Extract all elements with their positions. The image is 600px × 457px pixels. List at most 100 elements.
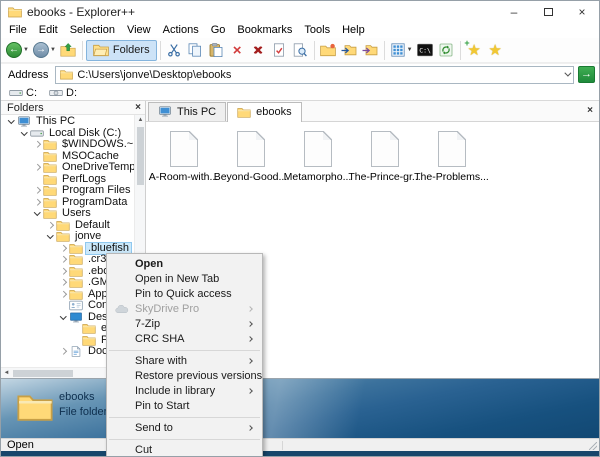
menu-go[interactable]: Go: [205, 23, 232, 38]
move-to-folder-button[interactable]: [360, 40, 381, 61]
maximize-button[interactable]: [531, 1, 565, 23]
tab-bar: This PCebooks ×: [146, 101, 599, 122]
drive-button-d[interactable]: D:: [44, 85, 82, 100]
go-button[interactable]: →: [578, 66, 595, 83]
context-menu-item-7-zip[interactable]: 7-Zip: [107, 317, 262, 332]
context-menu-item-label: 7-Zip: [135, 318, 160, 330]
context-menu-item-open[interactable]: Open: [107, 257, 262, 272]
chevron-right-icon[interactable]: [33, 198, 42, 207]
tree-item-default[interactable]: Default: [1, 220, 133, 232]
tree-item-this-pc[interactable]: This PC: [1, 116, 133, 128]
delete-button[interactable]: ×: [227, 40, 248, 61]
file-item-the-problems[interactable]: The-Problems...: [418, 131, 485, 183]
toolbar-button-label: Folders: [113, 44, 150, 56]
scrollbar-thumb[interactable]: [137, 127, 144, 185]
add-bookmark-button[interactable]: ★+: [464, 40, 485, 61]
paste-button[interactable]: [206, 40, 227, 61]
chevron-right-icon[interactable]: [33, 163, 42, 172]
up-button[interactable]: [58, 40, 79, 61]
chevron-right-icon[interactable]: [59, 267, 68, 276]
context-menu-item-share-with[interactable]: Share with: [107, 354, 262, 369]
chevron-right-icon[interactable]: [59, 290, 68, 299]
file-item-the-prince-gr[interactable]: The-Prince-gr...: [351, 131, 418, 183]
tree-item-jonve[interactable]: jonve: [1, 231, 133, 243]
tab-ebooks[interactable]: ebooks: [227, 102, 301, 122]
context-menu-item-crc-sha[interactable]: CRC SHA: [107, 332, 262, 347]
close-button[interactable]: ×: [565, 1, 599, 23]
chevron-right-icon[interactable]: [33, 140, 42, 149]
cd-drive-icon: [49, 88, 63, 98]
chevron-down-icon[interactable]: [20, 129, 29, 138]
delete-permanently-button[interactable]: ×: [248, 40, 269, 61]
context-menu-item-cut[interactable]: Cut: [107, 443, 262, 457]
file-item-beyond-good[interactable]: Beyond-Good...: [217, 131, 284, 183]
copy-button[interactable]: [185, 40, 206, 61]
menu-selection[interactable]: Selection: [64, 23, 121, 38]
views-button[interactable]: ▼: [388, 40, 415, 61]
properties-button[interactable]: [269, 40, 290, 61]
file-item-a-room-with[interactable]: A-Room-with...: [150, 131, 217, 183]
status-divider: [282, 441, 283, 450]
context-menu-item-pin-to-start[interactable]: Pin to Start: [107, 399, 262, 414]
bookmarks-button[interactable]: ★: [485, 40, 506, 61]
address-input[interactable]: C:\Users\jonve\Desktop\ebooks: [55, 66, 574, 84]
new-folder-button[interactable]: [318, 40, 339, 61]
back-button[interactable]: ←▼: [4, 40, 31, 61]
chevron-right-icon[interactable]: [59, 255, 68, 264]
cut-button[interactable]: [164, 40, 185, 61]
copy-to-folder-button[interactable]: [339, 40, 360, 61]
tree-item-onedrivetemp[interactable]: OneDriveTemp: [1, 162, 133, 174]
resize-grip[interactable]: [589, 442, 597, 450]
chevron-right-icon[interactable]: [33, 186, 42, 195]
folders-toggle-button[interactable]: Folders: [86, 40, 157, 61]
scroll-up-icon[interactable]: ▲: [135, 115, 145, 125]
context-menu-item-open-in-new-tab[interactable]: Open in New Tab: [107, 272, 262, 287]
dropdown-caret-icon[interactable]: ▼: [50, 47, 56, 53]
drive-bar: C:D:: [1, 85, 599, 101]
chevron-down-icon[interactable]: [46, 232, 55, 241]
menu-actions[interactable]: Actions: [157, 23, 205, 38]
context-menu-item-restore-previous-versions[interactable]: Restore previous versions: [107, 369, 262, 384]
command-prompt-button[interactable]: C:\: [415, 40, 436, 61]
tree-item-label: Local Disk (C:): [47, 128, 123, 139]
drive-button-c[interactable]: C:: [4, 85, 42, 100]
chevron-down-icon[interactable]: [33, 209, 42, 218]
search-button[interactable]: [290, 40, 311, 61]
menu-help[interactable]: Help: [336, 23, 371, 38]
context-menu-item-send-to[interactable]: Send to: [107, 421, 262, 436]
refresh-button[interactable]: [436, 40, 457, 61]
tree-item-windows-bt[interactable]: $WINDOWS.~BT: [1, 139, 133, 151]
scrollbar-thumb[interactable]: [13, 370, 73, 377]
context-menu-item-pin-to-quick-access[interactable]: Pin to Quick access: [107, 287, 262, 302]
tree-item-users[interactable]: Users: [1, 208, 133, 220]
context-menu-item-label: Send to: [135, 422, 173, 434]
context-menu-item-skydrive-pro[interactable]: SkyDrive Pro: [107, 302, 262, 317]
chevron-down-icon[interactable]: [59, 313, 68, 322]
forward-button[interactable]: →▼: [31, 40, 58, 61]
folders-close-button[interactable]: ×: [135, 103, 141, 113]
minimize-button[interactable]: –: [497, 1, 531, 23]
display-pane-name: ebooks: [59, 390, 107, 405]
address-dropdown-icon[interactable]: [564, 70, 571, 77]
menu-bookmarks[interactable]: Bookmarks: [231, 23, 298, 38]
folder-icon: [69, 254, 83, 265]
chevron-right-icon[interactable]: [59, 244, 68, 253]
tab-this-pc[interactable]: This PC: [148, 102, 226, 121]
menu-file[interactable]: File: [3, 23, 33, 38]
file-item-metamorpho[interactable]: Metamorpho...: [284, 131, 351, 183]
chevron-right-icon[interactable]: [59, 278, 68, 287]
tab-close-button[interactable]: ×: [587, 106, 593, 116]
dropdown-caret-icon[interactable]: ▼: [407, 47, 413, 53]
tree-item-label: jonve: [73, 231, 103, 242]
submenu-arrow-icon: [247, 425, 253, 431]
chevron-down-icon[interactable]: [7, 117, 16, 126]
tree-item-program-files[interactable]: Program Files: [1, 185, 133, 197]
context-menu-item-include-in-library[interactable]: Include in library: [107, 384, 262, 399]
chevron-right-icon[interactable]: [46, 221, 55, 230]
chevron-right-icon[interactable]: [59, 347, 68, 356]
dropdown-caret-icon[interactable]: ▼: [23, 47, 29, 53]
menu-view[interactable]: View: [121, 23, 157, 38]
move-to-icon: [362, 43, 378, 57]
menu-edit[interactable]: Edit: [33, 23, 64, 38]
menu-tools[interactable]: Tools: [298, 23, 336, 38]
